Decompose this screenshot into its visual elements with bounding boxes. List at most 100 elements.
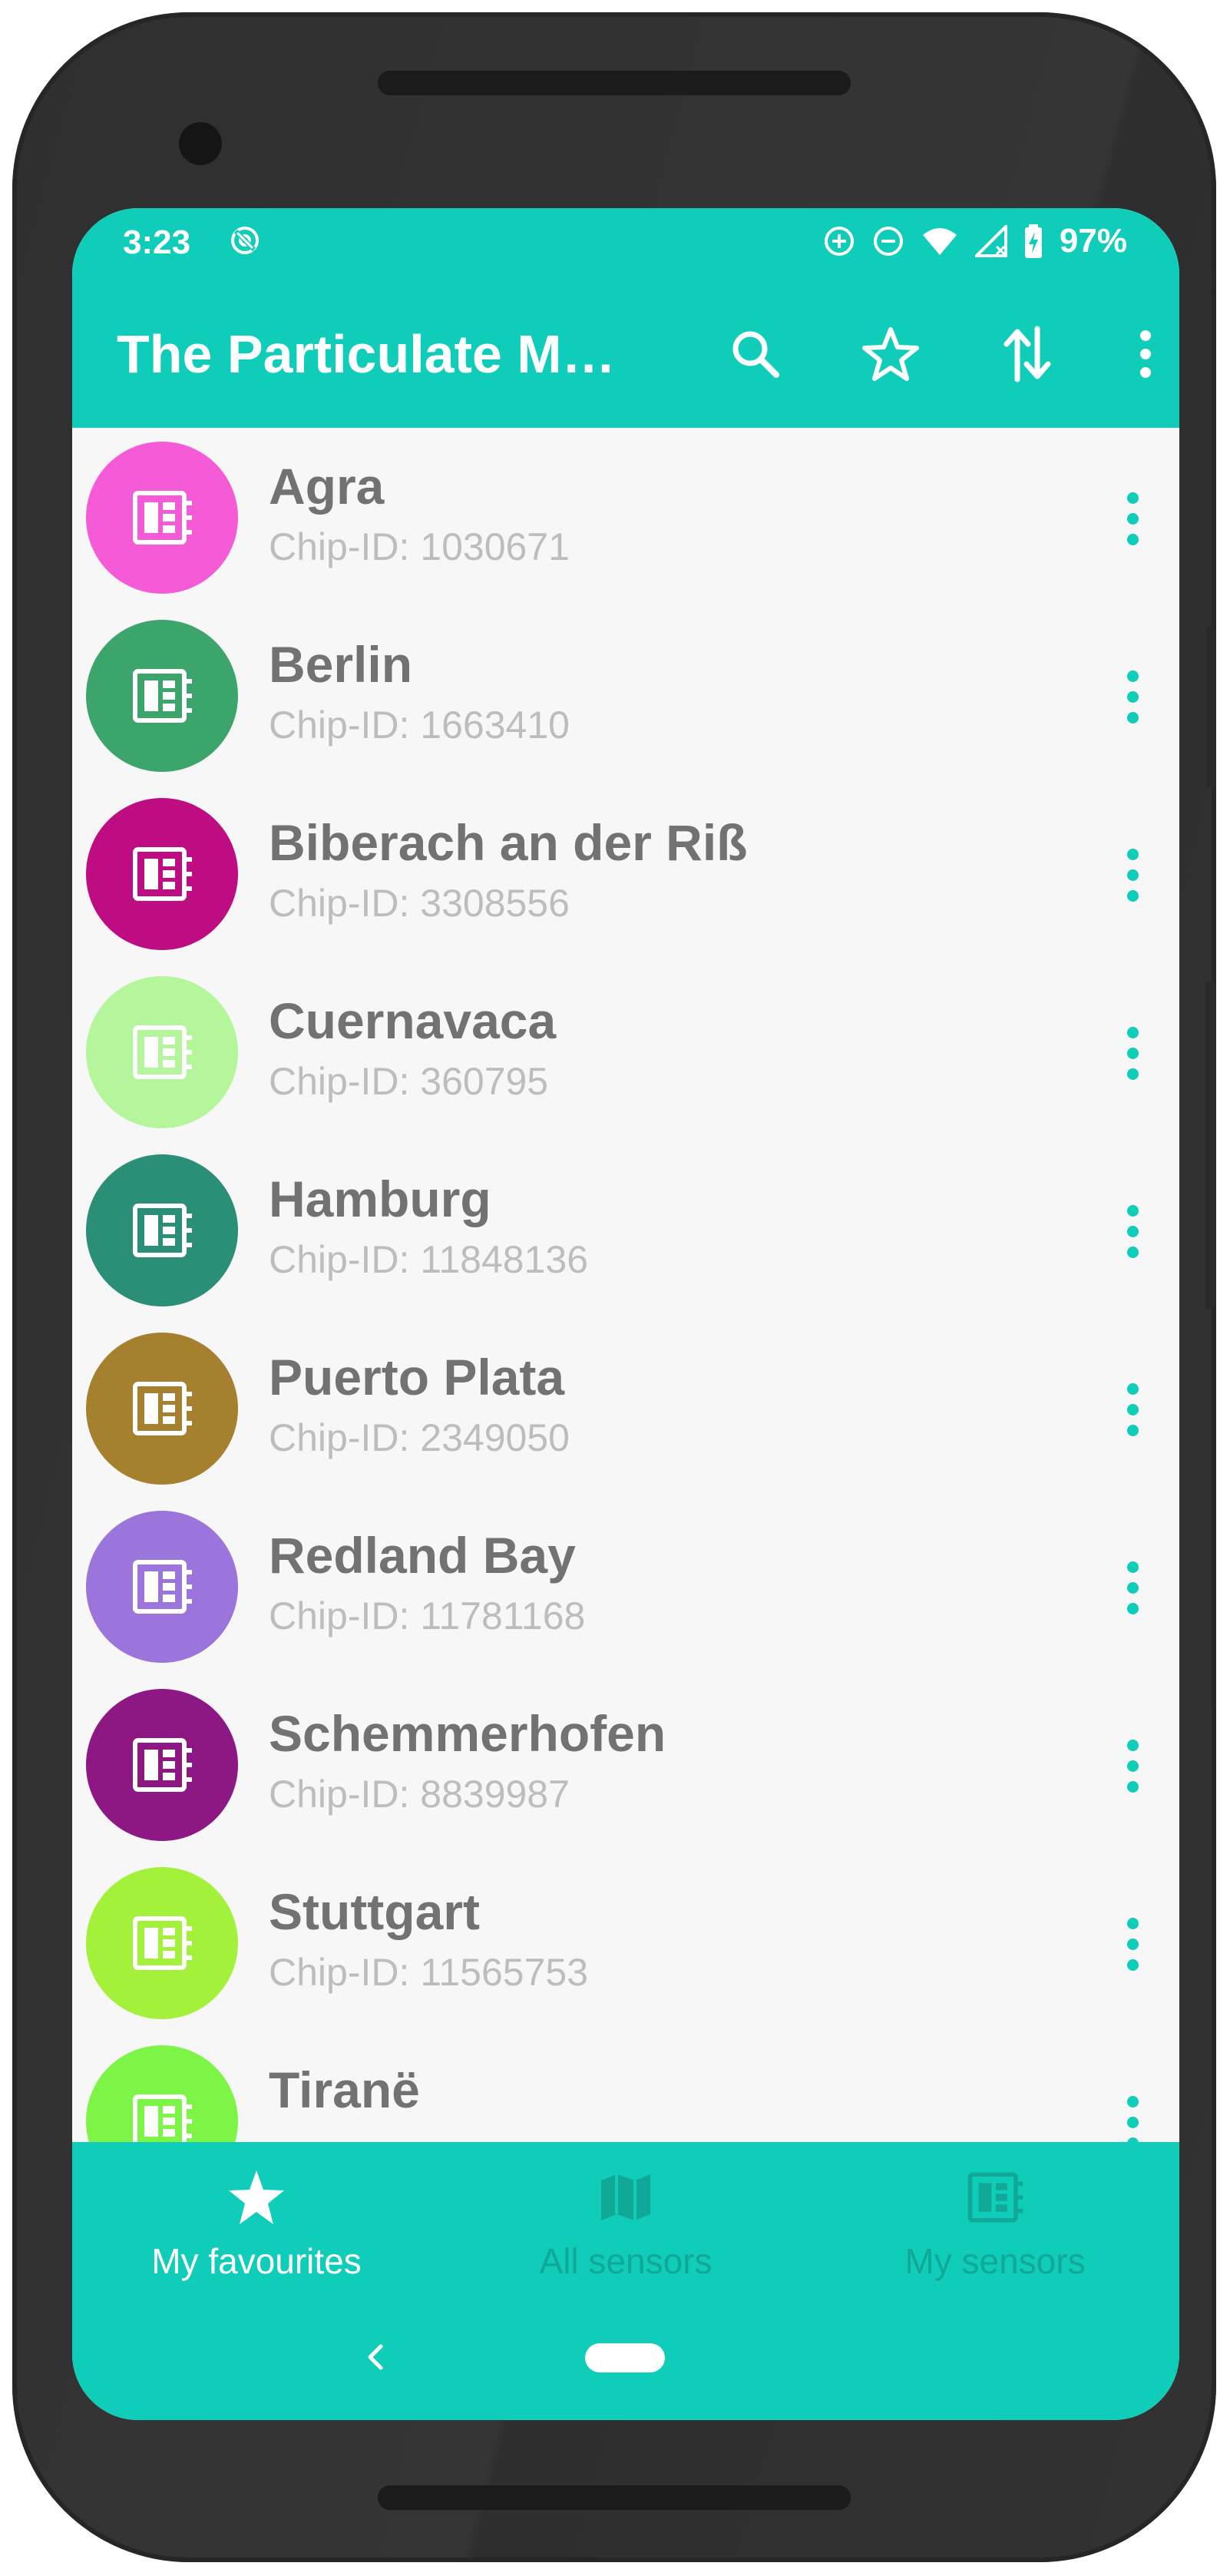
sensor-chip-icon <box>133 847 192 901</box>
overflow-menu-button[interactable] <box>1112 320 1179 388</box>
list-item[interactable]: Redland Bay Chip-ID: 11781168 <box>72 1497 1179 1675</box>
item-menu-button[interactable] <box>1113 660 1152 733</box>
sensor-avatar <box>86 976 238 1128</box>
sensor-name: Berlin <box>269 636 413 693</box>
item-menu-button[interactable] <box>1113 1551 1152 1624</box>
sensor-chip-icon <box>133 2094 192 2142</box>
battery-charging-icon <box>1024 224 1042 258</box>
sensor-chip-id: Chip-ID: 1663410 <box>269 704 570 747</box>
map-icon <box>601 2174 650 2220</box>
data-saver-icon <box>824 227 854 256</box>
item-menu-button[interactable] <box>1113 1729 1152 1803</box>
sensor-chip-icon <box>133 1916 192 1970</box>
search-icon <box>732 331 779 378</box>
tab-label: My sensors <box>904 2241 1086 2281</box>
sensor-chip-icon <box>133 1382 192 1435</box>
sensor-avatar <box>86 1867 238 2019</box>
battery-percent: 97% <box>1059 222 1127 260</box>
list-item[interactable]: Schemmerhofen Chip-ID: 8839987 <box>72 1675 1179 1853</box>
sensor-chip-id: Chip-ID: 11565753 <box>269 1951 589 1994</box>
sensor-chip-id: Chip-ID: 360795 <box>269 1060 549 1103</box>
system-back-button[interactable] <box>352 2334 398 2380</box>
list-item[interactable]: Puerto Plata Chip-ID: 2349050 <box>72 1319 1179 1497</box>
status-bar: 3:23 97% <box>72 208 1179 277</box>
list-item[interactable]: Tiranë <box>72 2031 1179 2142</box>
sensor-chip-icon <box>133 1560 192 1614</box>
sensor-name: Redland Bay <box>269 1527 576 1584</box>
sensor-avatar <box>86 1689 238 1841</box>
item-menu-button[interactable] <box>1113 1907 1152 1981</box>
item-menu-button[interactable] <box>1113 1372 1152 1446</box>
search-button[interactable] <box>722 320 789 388</box>
sort-button[interactable] <box>994 320 1061 388</box>
sensor-name: Tiranë <box>269 2061 420 2118</box>
sort-icon <box>1004 326 1051 382</box>
at-sign-icon <box>231 227 259 254</box>
sensor-avatar <box>86 2045 238 2142</box>
app-title: The Particulate Matter App <box>117 324 623 384</box>
sensor-chip-id: Chip-ID: 11781168 <box>269 1594 586 1637</box>
item-menu-button[interactable] <box>1113 838 1152 912</box>
bottom-navigation: My favourites All sensors My sensors <box>72 2142 1179 2420</box>
screen: 3:23 97% The Particulate Mat Agra Chip-I… <box>72 208 1179 2420</box>
power-button <box>1205 627 1216 788</box>
tab-my-favourites[interactable]: My favourites <box>72 2165 441 2296</box>
sensor-name: Puerto Plata <box>269 1349 565 1406</box>
sensor-name: Cuernavaca <box>269 992 557 1049</box>
list-item[interactable]: Berlin Chip-ID: 1663410 <box>72 606 1179 784</box>
sensor-chip-id: Chip-ID: 8839987 <box>269 1773 570 1816</box>
wifi-icon <box>922 228 957 255</box>
sensor-avatar <box>86 442 238 594</box>
cell-signal-icon <box>974 225 1007 257</box>
star-outline-icon <box>862 327 919 381</box>
tab-my-sensors[interactable]: My sensors <box>811 2165 1179 2296</box>
sensor-chip-icon <box>133 669 192 723</box>
tab-label: All sensors <box>539 2241 713 2281</box>
sensor-avatar <box>86 798 238 950</box>
do-not-disturb-icon <box>873 227 903 256</box>
item-menu-button[interactable] <box>1113 1194 1152 1268</box>
sensor-name: Hamburg <box>269 1170 491 1227</box>
item-menu-button[interactable] <box>1113 482 1152 555</box>
bottom-speaker <box>378 2485 851 2510</box>
tab-label: My favourites <box>151 2241 362 2281</box>
sensor-chip-icon <box>133 491 192 545</box>
sensor-name: Biberach an der Riß <box>269 814 748 871</box>
sensor-chip-id: Chip-ID: 11848136 <box>269 1238 589 1281</box>
system-home-pill[interactable] <box>585 2343 665 2372</box>
chevron-left-icon <box>368 2344 383 2370</box>
list-item[interactable]: Biberach an der Riß Chip-ID: 3308556 <box>72 784 1179 962</box>
more-vert-icon <box>1140 330 1151 378</box>
sensor-name: Agra <box>269 458 385 515</box>
item-menu-button[interactable] <box>1113 1016 1152 1090</box>
sensor-chip-id: Chip-ID: 1030671 <box>269 525 570 568</box>
system-navigation-bar <box>72 2319 1179 2396</box>
app-bar: The Particulate Matter App <box>72 277 1179 428</box>
sensor-avatar <box>86 1511 238 1663</box>
list-item[interactable]: Stuttgart Chip-ID: 11565753 <box>72 1853 1179 2031</box>
status-icons: 97% <box>823 222 1127 260</box>
favourite-filter-button[interactable] <box>857 320 924 388</box>
star-icon <box>229 2170 284 2224</box>
sensor-chip-id: Chip-ID: 2349050 <box>269 1416 570 1459</box>
top-speaker <box>378 71 851 95</box>
list-item[interactable]: Cuernavaca Chip-ID: 360795 <box>72 962 1179 1141</box>
list-item[interactable]: Hamburg Chip-ID: 11848136 <box>72 1141 1179 1319</box>
sensor-chip-icon <box>133 1738 192 1792</box>
sensor-chip-id: Chip-ID: 3308556 <box>269 882 570 925</box>
item-menu-button[interactable] <box>1113 2085 1152 2142</box>
volume-button <box>1205 982 1216 1309</box>
sensor-chip-icon <box>133 1204 192 1257</box>
list-item[interactable]: Agra Chip-ID: 1030671 <box>72 428 1179 606</box>
sensor-avatar <box>86 620 238 772</box>
tab-all-sensors[interactable]: All sensors <box>441 2165 810 2296</box>
sensor-chip-icon <box>133 1025 192 1079</box>
sensor-name: Stuttgart <box>269 1883 480 1940</box>
sensor-avatar <box>86 1154 238 1306</box>
phone-frame: 3:23 97% The Particulate Mat Agra Chip-I… <box>12 12 1216 2562</box>
sensor-list: Agra Chip-ID: 1030671 Berlin Chip-ID: 16… <box>72 428 1179 2142</box>
front-camera <box>179 122 222 165</box>
sensor-chip-icon <box>967 2172 1023 2223</box>
sensor-avatar <box>86 1333 238 1485</box>
sensor-name: Schemmerhofen <box>269 1705 666 1762</box>
